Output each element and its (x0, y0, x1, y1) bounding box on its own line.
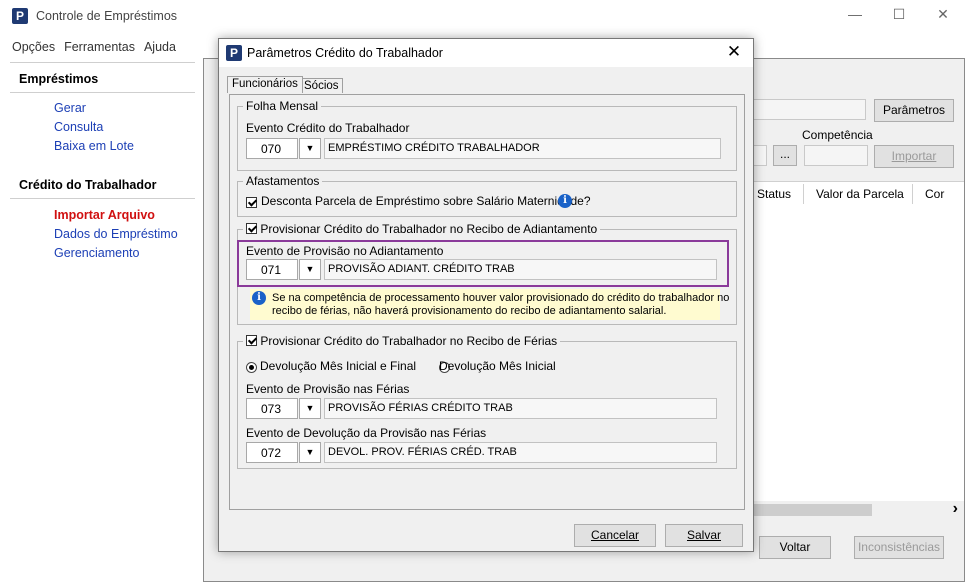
radio-devolucao-inicial-final-label: Devolução Mês Inicial e Final (260, 359, 417, 373)
desconta-maternidade-checkbox[interactable] (246, 197, 257, 208)
sidebar-divider (10, 198, 195, 199)
main-title-bar: P Controle de Empréstimos — ☐ ✕ (0, 0, 975, 34)
evento-credito-label: Evento Crédito do Trabalhador (246, 121, 410, 135)
chevron-down-icon[interactable]: ▼ (299, 259, 321, 280)
info-icon[interactable]: i (558, 194, 572, 208)
radio-devolucao-inicial-final[interactable] (246, 362, 257, 373)
evento-adiantamento-code-input[interactable]: 071 (246, 259, 298, 280)
dialog-title-bar: P Parâmetros Crédito do Trabalhador ✕ (219, 39, 753, 67)
group-adiantamento: Provisionar Crédito do Trabalhador no Re… (237, 222, 737, 325)
sidebar-item-importar-arquivo[interactable]: Importar Arquivo (54, 208, 155, 222)
sidebar-item-dados-emprestimo[interactable]: Dados do Empréstimo (54, 227, 178, 241)
provisionar-ferias-label: Provisionar Crédito do Trabalhador no Re… (260, 334, 558, 348)
evento-devolucao-ferias-label: Evento de Devolução da Provisão nas Féri… (246, 426, 487, 440)
arquivo-field[interactable] (749, 99, 866, 120)
folha-mensal-label: Folha Mensal (243, 99, 322, 113)
evento-adiantamento-description: PROVISÃO ADIANT. CRÉDITO TRAB (324, 259, 717, 280)
dialog-title: Parâmetros Crédito do Trabalhador (247, 46, 443, 60)
cancel-button[interactable]: Cancelar (574, 524, 656, 547)
sidebar-section-credito: Crédito do Trabalhador (19, 178, 157, 192)
scroll-right-icon[interactable]: › (953, 500, 958, 518)
competencia-label: Competência (802, 128, 873, 142)
app-logo-icon: P (12, 8, 28, 24)
minimize-icon[interactable]: — (840, 6, 870, 22)
column-status[interactable]: Status (757, 187, 791, 201)
column-valor-parcela[interactable]: Valor da Parcela (816, 187, 904, 201)
column-divider (803, 184, 804, 204)
evento-provisao-ferias-label: Evento de Provisão nas Férias (246, 382, 410, 396)
tab-funcionarios[interactable]: Funcionários (227, 76, 303, 93)
dialog-logo-icon: P (226, 45, 242, 61)
evento-devolucao-ferias-code: 072 (261, 446, 282, 460)
evento-adiantamento-code: 071 (261, 263, 282, 277)
evento-credito-description: EMPRÉSTIMO CRÉDITO TRABALHADOR (324, 138, 721, 159)
info-text-1: Se na competência de processamento houve… (272, 292, 730, 304)
table-header: Status Valor da Parcela Cor (742, 181, 964, 207)
inconsistencias-button[interactable]: Inconsistências (854, 536, 944, 559)
dialog-close-icon[interactable]: ✕ (723, 42, 745, 62)
menu-opcoes[interactable]: Opções (12, 40, 55, 54)
parametros-dialog: P Parâmetros Crédito do Trabalhador ✕ Fu… (218, 38, 754, 552)
sidebar-item-gerar[interactable]: Gerar (54, 101, 86, 115)
maximize-icon[interactable]: ☐ (884, 6, 914, 23)
scrollbar-thumb[interactable] (742, 504, 872, 516)
save-button[interactable]: Salvar (665, 524, 743, 547)
menu-ferramentas[interactable]: Ferramentas (64, 40, 135, 54)
adiantamento-group-header: Provisionar Crédito do Trabalhador no Re… (243, 222, 601, 236)
sidebar-divider (10, 92, 195, 93)
group-afastamentos: Afastamentos Desconta Parcela de Emprést… (237, 174, 737, 217)
sidebar-item-gerenciamento[interactable]: Gerenciamento (54, 246, 139, 260)
sidebar-divider (10, 62, 195, 63)
horizontal-scrollbar[interactable]: › (742, 500, 964, 519)
close-icon[interactable]: ✕ (928, 6, 958, 23)
evento-provisao-ferias-code: 073 (261, 402, 282, 416)
competencia-field[interactable] (804, 145, 868, 166)
provisionar-adiantamento-checkbox[interactable] (246, 223, 257, 234)
table-body (742, 205, 964, 501)
sidebar-item-consulta[interactable]: Consulta (54, 120, 103, 134)
tab-socios[interactable]: Sócios (300, 78, 343, 93)
desconta-maternidade-label: Desconta Parcela de Empréstimo sobre Sal… (261, 194, 591, 208)
voltar-button[interactable]: Voltar (759, 536, 831, 559)
evento-provisao-adiantamento-label: Evento de Provisão no Adiantamento (246, 244, 444, 258)
info-text-2: recibo de férias, não haverá provisionam… (272, 305, 667, 317)
sidebar-section-emprestimos: Empréstimos (19, 72, 99, 86)
evento-provisao-ferias-code-input[interactable]: 073 (246, 398, 298, 419)
browse-button[interactable]: ... (773, 145, 797, 166)
info-box: i Se na competência de processamento hou… (250, 289, 730, 320)
ferias-group-header: Provisionar Crédito do Trabalhador no Re… (243, 334, 561, 348)
sidebar-item-baixa-lote[interactable]: Baixa em Lote (54, 139, 134, 153)
group-folha-mensal: Folha Mensal Evento Crédito do Trabalhad… (237, 99, 737, 171)
info-icon: i (252, 291, 266, 305)
evento-provisao-ferias-description: PROVISÃO FÉRIAS CRÉDITO TRAB (324, 398, 717, 419)
provisionar-ferias-checkbox[interactable] (246, 335, 257, 346)
column-divider (912, 184, 913, 204)
provisionar-adiantamento-label: Provisionar Crédito do Trabalhador no Re… (260, 222, 598, 236)
evento-credito-code: 070 (261, 142, 282, 156)
evento-credito-code-input[interactable]: 070 (246, 138, 298, 159)
parametros-button[interactable]: Parâmetros (874, 99, 954, 122)
radio-devolucao-inicial-label: Devolução Mês Inicial (439, 359, 556, 373)
evento-devolucao-ferias-description: DEVOL. PROV. FÉRIAS CRÉD. TRAB (324, 442, 717, 463)
tab-panel: Folha Mensal Evento Crédito do Trabalhad… (229, 94, 745, 510)
importar-button[interactable]: Importar (874, 145, 954, 168)
menu-bar: Opções Ferramentas Ajuda (12, 40, 185, 58)
menu-ajuda[interactable]: Ajuda (144, 40, 176, 54)
chevron-down-icon[interactable]: ▼ (299, 442, 321, 463)
afastamentos-label: Afastamentos (243, 174, 323, 188)
chevron-down-icon[interactable]: ▼ (299, 138, 321, 159)
main-window-title: Controle de Empréstimos (36, 9, 178, 23)
column-cor[interactable]: Cor (925, 187, 944, 201)
evento-devolucao-ferias-code-input[interactable]: 072 (246, 442, 298, 463)
group-ferias: Provisionar Crédito do Trabalhador no Re… (237, 334, 737, 469)
chevron-down-icon[interactable]: ▼ (299, 398, 321, 419)
